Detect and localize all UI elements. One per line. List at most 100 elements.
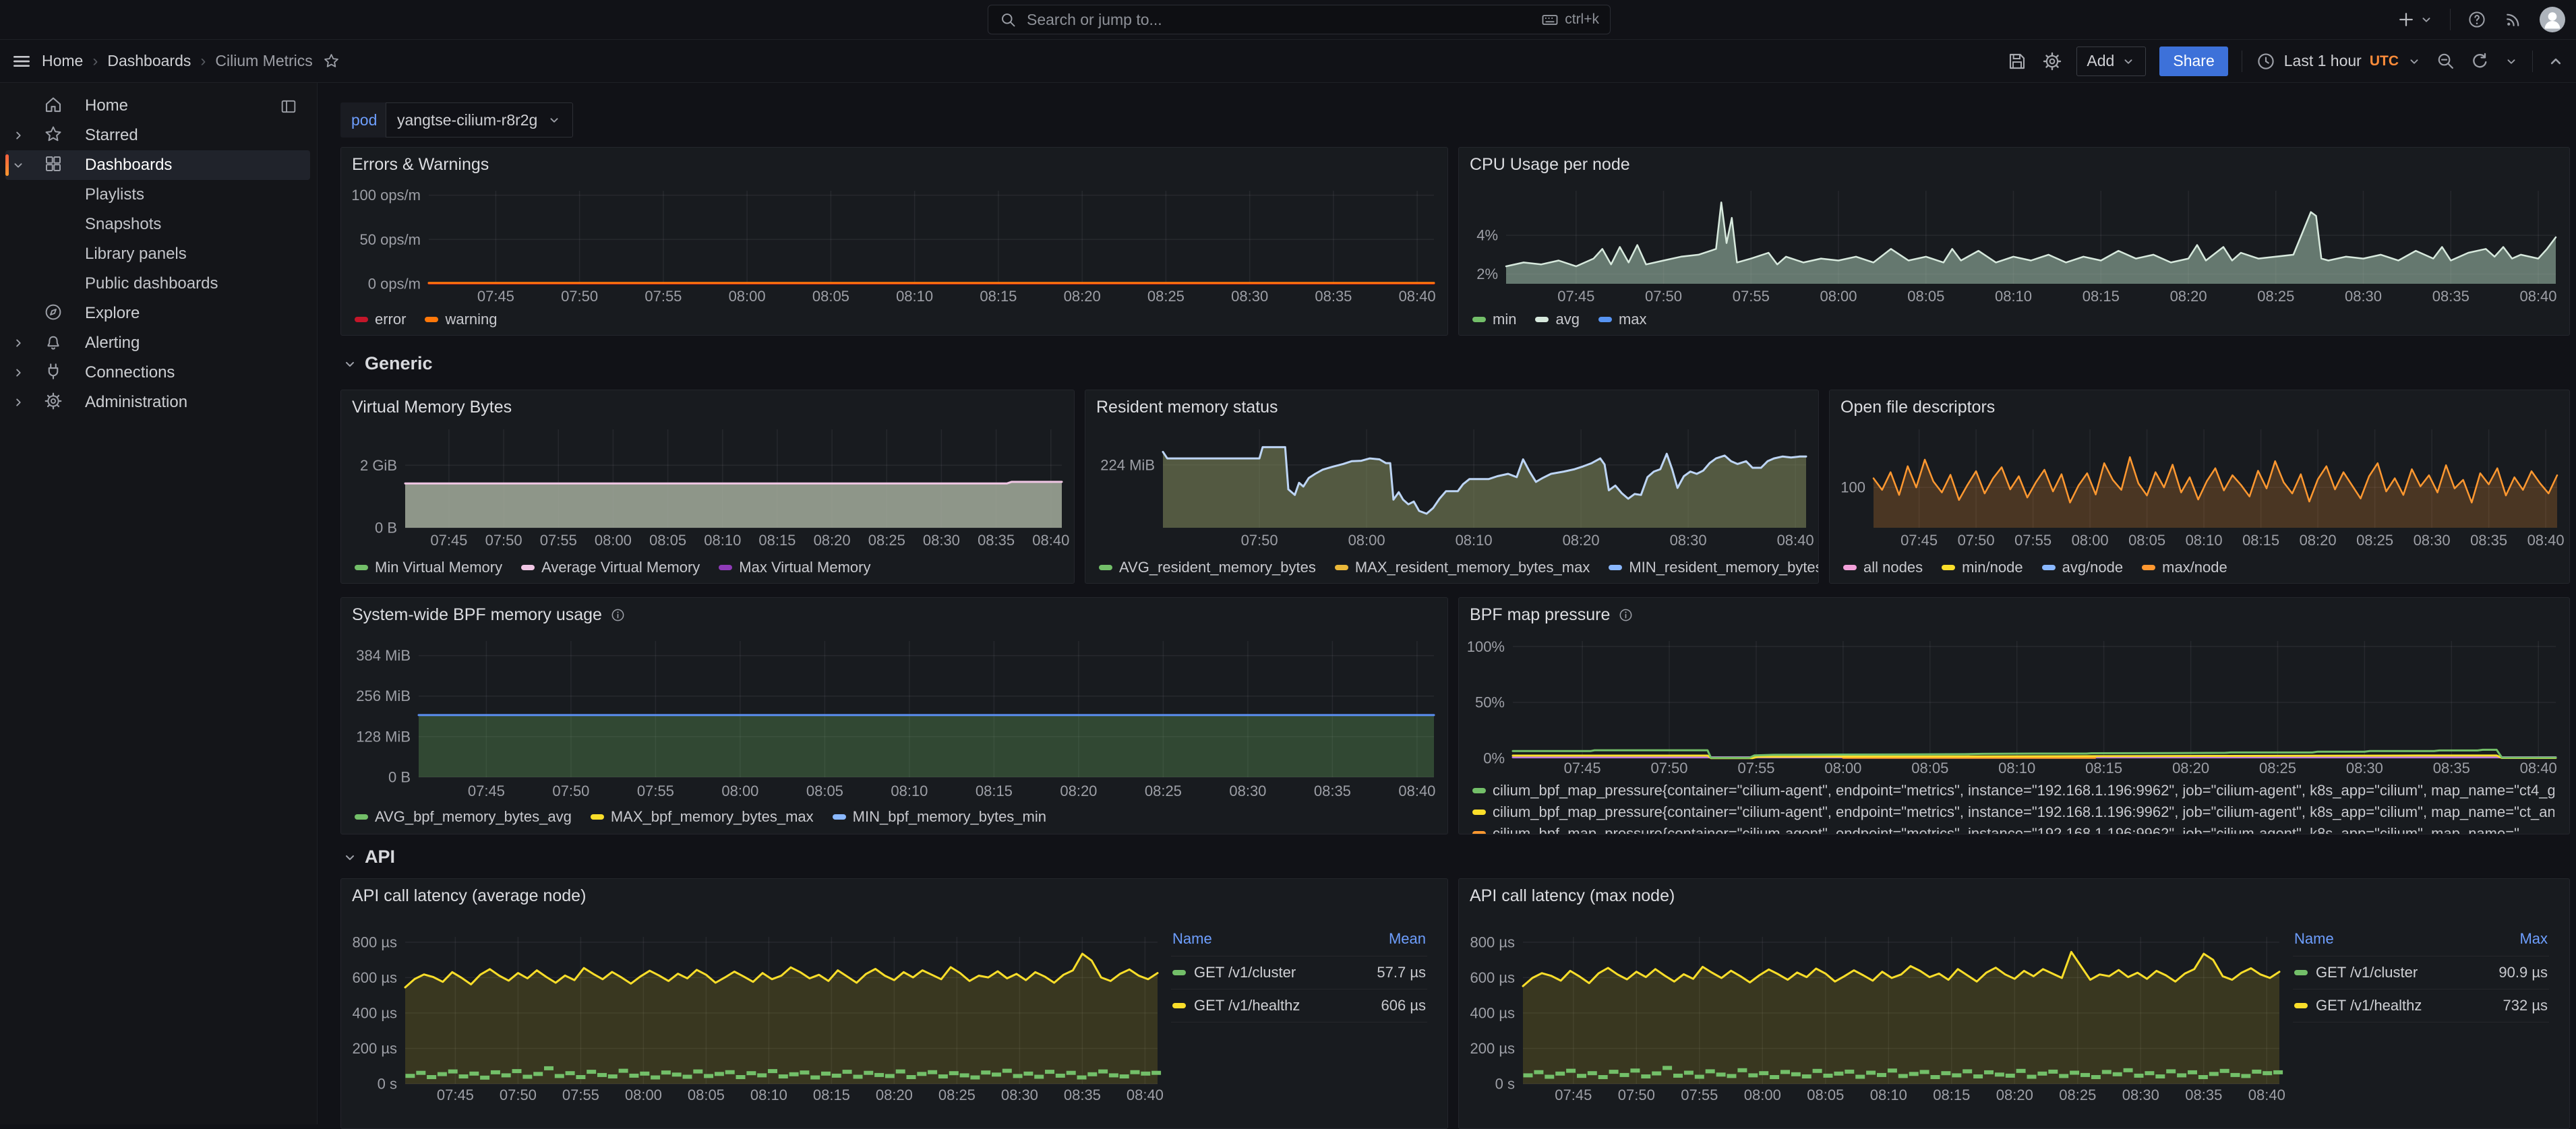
grafana-logo-icon[interactable]: [11, 5, 39, 34]
legend-item[interactable]: MIN_resident_memory_bytes_min: [1609, 559, 1819, 576]
panel-header[interactable]: Resident memory status: [1085, 390, 1818, 424]
panel-header[interactable]: Errors & Warnings: [341, 148, 1447, 181]
search-input[interactable]: [1025, 10, 1532, 30]
sidebar-item-home[interactable]: Home: [5, 91, 310, 121]
svg-text:08:00: 08:00: [595, 532, 632, 549]
chart-bpf-memory[interactable]: 0 B128 MiB256 MiB384 MiB07:4507:5007:550…: [341, 598, 1447, 834]
variable-pod-label: pod: [340, 102, 388, 138]
legend-item[interactable]: AVG_resident_memory_bytes: [1099, 559, 1316, 576]
legend-item[interactable]: max: [1598, 311, 1647, 328]
panel-header[interactable]: CPU Usage per node: [1459, 148, 2569, 181]
add-button[interactable]: Add: [2076, 47, 2146, 76]
svg-text:08:40: 08:40: [2248, 1087, 2285, 1103]
chart-canvas[interactable]: 0 B128 MiB256 MiB384 MiB07:4507:5007:550…: [341, 598, 1447, 834]
svg-text:0 s: 0 s: [378, 1076, 397, 1093]
svg-text:200 µs: 200 µs: [353, 1040, 398, 1057]
variable-pod-select[interactable]: yangtse-cilium-r8r2g: [386, 102, 573, 138]
news-icon[interactable]: [2503, 9, 2523, 30]
chart-api-latency-max[interactable]: 0 s200 µs400 µs600 µs800 µs07:4507:5007:…: [1459, 879, 2569, 1128]
breadcrumb-dashboards[interactable]: Dashboards: [107, 52, 191, 70]
svg-text:200 µs: 200 µs: [1470, 1040, 1516, 1057]
legend-item[interactable]: min: [1472, 311, 1516, 328]
legend-item[interactable]: MIN_bpf_memory_bytes_min: [833, 808, 1046, 826]
section-row-api[interactable]: API: [342, 847, 395, 867]
legend-item[interactable]: AVG_bpf_memory_bytes_avg: [355, 808, 572, 826]
chart-api-latency-avg[interactable]: 0 s200 µs400 µs600 µs800 µs07:4507:5007:…: [341, 879, 1447, 1128]
legend-item[interactable]: Max Virtual Memory: [719, 559, 870, 576]
chevron-right-icon[interactable]: [11, 365, 28, 380]
sidebar-item-library-panels[interactable]: Library panels: [5, 239, 310, 269]
legend-item[interactable]: max/node: [2142, 559, 2227, 576]
legend-item[interactable]: error: [355, 311, 406, 328]
share-label: Share: [2173, 52, 2214, 70]
chart-bpf-map-pressure[interactable]: 0%50%100%07:4507:5007:5508:0008:0508:100…: [1459, 598, 2569, 834]
search-bar[interactable]: ctrl+k: [988, 5, 1611, 34]
legend-item[interactable]: Average Virtual Memory: [521, 559, 700, 576]
legend-table-header[interactable]: NameMean: [1171, 927, 1427, 956]
legend-item[interactable]: MAX_resident_memory_bytes_max: [1335, 559, 1590, 576]
svg-text:08:15: 08:15: [980, 288, 1017, 305]
svg-text:08:00: 08:00: [729, 288, 766, 305]
legend-row[interactable]: GET /v1/cluster90.9 µs: [2293, 956, 2549, 989]
sidebar-item-starred[interactable]: Starred: [5, 121, 310, 150]
panel-header[interactable]: Virtual Memory Bytes: [341, 390, 1074, 424]
svg-text:08:15: 08:15: [1933, 1087, 1970, 1103]
zoom-out-icon[interactable]: [2435, 51, 2456, 71]
legend-item[interactable]: min/node: [1942, 559, 2023, 576]
legend-row[interactable]: GET /v1/cluster57.7 µs: [1171, 956, 1427, 989]
info-icon[interactable]: [1618, 607, 1634, 623]
legend-table-header[interactable]: NameMax: [2293, 927, 2549, 956]
time-range-picker[interactable]: Last 1 hour UTC: [2256, 51, 2422, 71]
chevron-right-icon[interactable]: [11, 128, 28, 143]
chevron-right-icon[interactable]: [11, 336, 28, 350]
refresh-interval-chevron-icon[interactable]: [2504, 54, 2519, 69]
legend-row[interactable]: GET /v1/healthz606 µs: [1171, 989, 1427, 1023]
dashboard-settings-icon[interactable]: [2041, 51, 2063, 72]
legend-item[interactable]: cilium_bpf_map_pressure{container="ciliu…: [1472, 801, 2554, 823]
legend-item[interactable]: warning: [425, 311, 497, 328]
panel-bpf-map-pressure: BPF map pressure 0%50%100%07:4507:5007:5…: [1458, 597, 2570, 834]
legend-item[interactable]: all nodes: [1843, 559, 1923, 576]
sidebar-item-playlists[interactable]: Playlists: [5, 180, 310, 210]
sidebar-item-snapshots[interactable]: Snapshots: [5, 210, 310, 239]
svg-text:07:45: 07:45: [477, 288, 514, 305]
legend-item[interactable]: avg: [1535, 311, 1579, 328]
sidebar-item-alerting[interactable]: Alerting: [5, 328, 310, 358]
favorite-star-icon[interactable]: [322, 52, 340, 70]
sidebar-item-dashboards[interactable]: Dashboards: [5, 150, 310, 180]
share-button[interactable]: Share: [2159, 47, 2227, 76]
panel-header[interactable]: API call latency (max node): [1459, 879, 2569, 913]
menu-toggle-icon[interactable]: [11, 51, 32, 72]
kiosk-caret-up-icon[interactable]: [2546, 52, 2565, 71]
save-dashboard-icon[interactable]: [2006, 51, 2028, 72]
panel-header[interactable]: Open file descriptors: [1830, 390, 2569, 424]
panel-header[interactable]: API call latency (average node): [341, 879, 1447, 913]
legend-item[interactable]: cilium_bpf_map_pressure{container="ciliu…: [1472, 823, 2554, 834]
legend-row[interactable]: GET /v1/healthz732 µs: [2293, 989, 2549, 1023]
dock-menu-icon[interactable]: [279, 97, 298, 116]
chevron-down-icon[interactable]: [11, 158, 28, 173]
panel-header[interactable]: System-wide BPF memory usage: [341, 598, 1447, 632]
svg-text:128 MiB: 128 MiB: [356, 728, 411, 745]
legend-item[interactable]: Min Virtual Memory: [355, 559, 502, 576]
help-icon[interactable]: [2467, 9, 2487, 30]
sidebar-item-connections[interactable]: Connections: [5, 358, 310, 388]
legend-item[interactable]: cilium_bpf_map_pressure{container="ciliu…: [1472, 780, 2554, 801]
user-avatar[interactable]: [2540, 7, 2565, 32]
sidebar-item-explore[interactable]: Explore: [5, 299, 310, 328]
svg-text:08:15: 08:15: [2085, 760, 2122, 776]
breadcrumb-home[interactable]: Home: [42, 52, 83, 70]
legend-item[interactable]: avg/node: [2042, 559, 2124, 576]
svg-text:08:25: 08:25: [938, 1087, 976, 1103]
sidebar-item-administration[interactable]: Administration: [5, 388, 310, 417]
svg-text:08:15: 08:15: [976, 783, 1013, 799]
sidebar-item-public-dashboards[interactable]: Public dashboards: [5, 269, 310, 299]
chevron-right-icon[interactable]: [11, 395, 28, 410]
refresh-icon[interactable]: [2469, 51, 2490, 71]
new-button[interactable]: [2396, 9, 2434, 30]
legend-item[interactable]: MAX_bpf_memory_bytes_max: [591, 808, 814, 826]
info-icon[interactable]: [610, 607, 626, 623]
panel-header[interactable]: BPF map pressure: [1459, 598, 2569, 632]
breadcrumb-separator: ›: [200, 52, 206, 71]
section-row-generic[interactable]: Generic: [342, 353, 433, 374]
